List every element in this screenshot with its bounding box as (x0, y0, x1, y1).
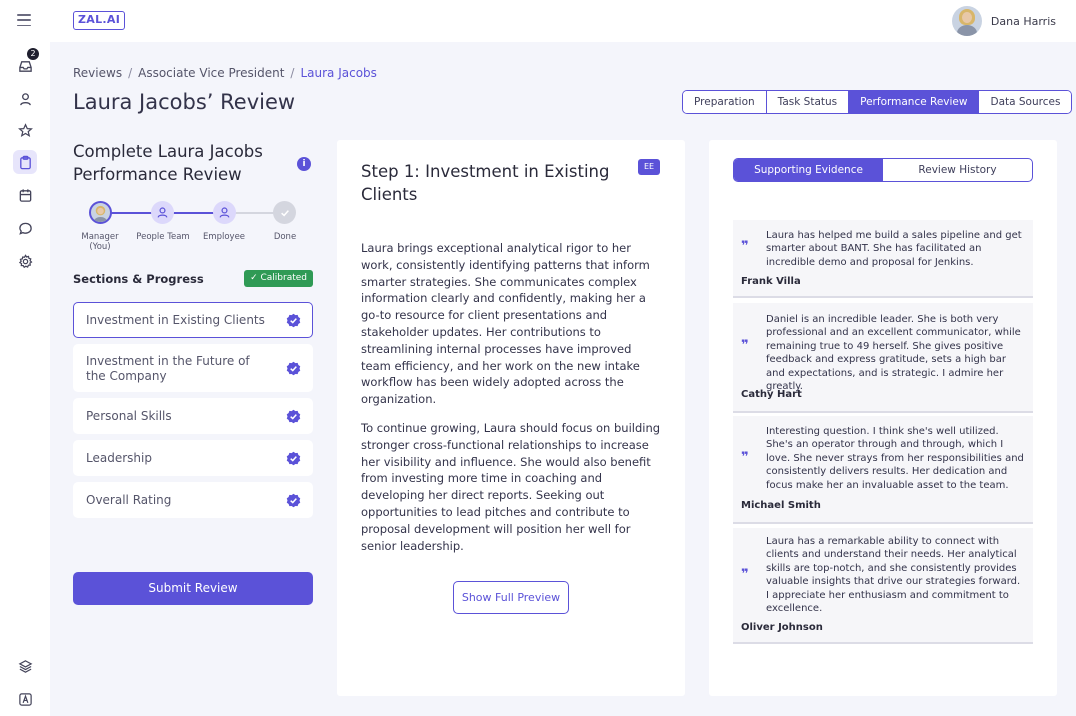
breadcrumb-reviews[interactable]: Reviews (73, 66, 122, 80)
evidence-author: Michael Smith (741, 500, 821, 511)
breadcrumb-separator: / (128, 66, 133, 80)
quote-icon: ❞ (741, 338, 749, 353)
menu-icon[interactable] (17, 14, 31, 26)
show-full-preview-button[interactable]: Show Full Preview (453, 581, 569, 614)
verified-check-icon (286, 361, 301, 376)
evidence-card: ❞ Laura has a remarkable ability to conn… (733, 528, 1033, 644)
tab-review-history[interactable]: Review History (883, 159, 1032, 181)
breadcrumb-separator: / (290, 66, 295, 80)
evidence-text: Interesting question. I think she's well… (766, 426, 1024, 491)
top-bar: ZAL.AI Dana Harris (0, 0, 1076, 42)
step-label-people-team: People Team (136, 232, 190, 242)
submit-review-button[interactable]: Submit Review (73, 572, 313, 605)
calendar-icon[interactable] (13, 183, 37, 207)
verified-check-icon (286, 313, 301, 328)
ee-tag: EE (638, 159, 660, 175)
sections-header: Sections & Progress ✓ Calibrated (73, 270, 313, 288)
section-label: Personal Skills (86, 409, 172, 423)
font-icon[interactable] (13, 687, 37, 711)
manager-avatar (89, 201, 112, 224)
layers-icon[interactable] (13, 654, 37, 678)
chat-icon[interactable] (13, 216, 37, 240)
breadcrumb-role[interactable]: Associate Vice President (138, 66, 284, 80)
step-content-panel: Step 1: Investment in Existing Clients E… (337, 140, 685, 696)
people-team-icon (151, 201, 174, 224)
main-content: Reviews / Associate Vice President / Lau… (50, 42, 1076, 716)
breadcrumb-current: Laura Jacobs (300, 66, 377, 80)
tab-preparation[interactable]: Preparation (683, 91, 766, 113)
section-personal-skills[interactable]: Personal Skills (73, 398, 313, 434)
quote-icon: ❞ (741, 450, 749, 465)
info-icon[interactable]: i (297, 157, 311, 171)
review-paragraph: Laura brings exceptional analytical rigo… (361, 241, 650, 407)
workflow-stepper: Manager (You) People Team Employee Done (73, 200, 313, 260)
user-name: Dana Harris (990, 14, 1056, 28)
avatar[interactable] (951, 6, 982, 36)
page-title: Laura Jacobs’ Review (73, 90, 296, 114)
verified-check-icon (286, 451, 301, 466)
step-label-manager: Manager (You) (81, 232, 119, 252)
evidence-author: Frank Villa (741, 276, 801, 287)
sections-title: Sections & Progress (73, 272, 204, 286)
evidence-card: ❞ Daniel is an incredible leader. She is… (733, 303, 1033, 413)
quote-icon: ❞ (741, 567, 749, 582)
review-title: Complete Laura Jacobs Performance Review (73, 142, 263, 184)
quote-icon: ❞ (741, 239, 749, 254)
tab-task-status[interactable]: Task Status (765, 91, 849, 113)
evidence-card: ❞ Interesting question. I think she's we… (733, 416, 1033, 524)
section-label: Leadership (86, 451, 152, 465)
evidence-panel: Supporting Evidence Review History ❞ Lau… (709, 140, 1057, 696)
section-label: Investment in Existing Clients (86, 313, 265, 327)
evidence-author: Oliver Johnson (741, 622, 823, 633)
section-label: Overall Rating (86, 493, 172, 507)
review-paragraph: To continue growing, Laura should focus … (361, 421, 661, 553)
nav-rail: 2 (0, 42, 50, 716)
app-logo[interactable]: ZAL.AI (73, 11, 126, 30)
section-investment-future[interactable]: Investment in the Future of the Company (73, 344, 313, 392)
step-title: Step 1: Investment in Existing Clients (361, 162, 610, 204)
evidence-author: Cathy Hart (741, 389, 802, 400)
star-icon[interactable] (13, 118, 37, 142)
tab-data-sources[interactable]: Data Sources (978, 91, 1072, 113)
section-overall-rating[interactable]: Overall Rating (73, 482, 313, 518)
evidence-toggle: Supporting Evidence Review History (733, 158, 1033, 182)
inbox-icon[interactable]: 2 (13, 48, 39, 78)
done-check-icon (273, 201, 296, 224)
evidence-text: Laura has helped me build a sales pipeli… (766, 230, 1022, 268)
page-tabs: Preparation Task Status Performance Revi… (682, 90, 1073, 114)
evidence-text: Laura has a remarkable ability to connec… (766, 536, 1021, 615)
employee-icon (213, 201, 236, 224)
user-menu[interactable]: Dana Harris (951, 6, 1056, 36)
people-icon[interactable] (13, 87, 37, 111)
verified-check-icon (286, 409, 301, 424)
breadcrumb: Reviews / Associate Vice President / Lau… (73, 66, 377, 80)
evidence-text: Daniel is an incredible leader. She is b… (766, 314, 1021, 393)
tab-performance-review[interactable]: Performance Review (848, 91, 979, 113)
evidence-card: ❞ Laura has helped me build a sales pipe… (733, 220, 1033, 298)
section-investment-existing-clients[interactable]: Investment in Existing Clients (73, 302, 313, 338)
settings-icon[interactable] (13, 249, 37, 273)
clipboard-icon[interactable] (13, 150, 37, 174)
section-leadership[interactable]: Leadership (73, 440, 313, 476)
section-label: Investment in the Future of the Company (86, 354, 250, 383)
calibrated-badge: ✓ Calibrated (244, 270, 313, 287)
verified-check-icon (286, 493, 301, 508)
tab-supporting-evidence[interactable]: Supporting Evidence (734, 159, 883, 181)
step-label-employee: Employee (202, 232, 246, 242)
inbox-badge: 2 (27, 48, 39, 60)
step-label-done: Done (273, 232, 297, 242)
